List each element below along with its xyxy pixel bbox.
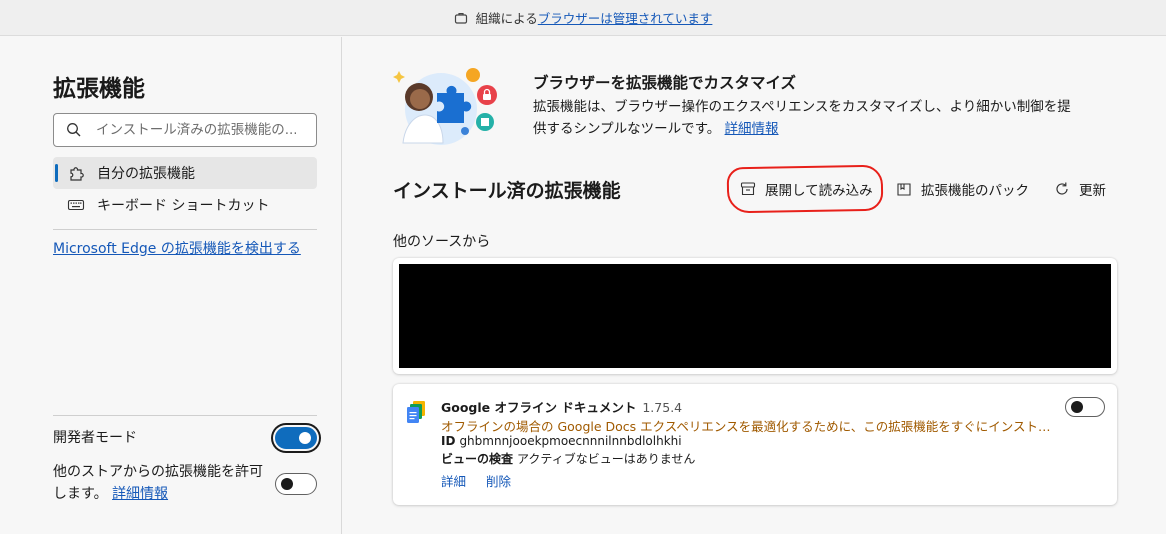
developer-mode-label: 開発者モード [53, 430, 137, 446]
sidebar-divider [53, 229, 317, 230]
archive-icon [739, 180, 757, 198]
managed-browser-link[interactable]: ブラウザーは管理されています [538, 8, 713, 27]
briefcase-icon [454, 11, 468, 25]
extension-inspect-views: ビューの検査 アクティブなビューはありません [441, 452, 696, 466]
update-label: 更新 [1079, 183, 1106, 199]
redacted-area [399, 264, 1111, 368]
other-sources-label: 他のソースから [393, 234, 491, 250]
puzzle-icon [67, 164, 85, 182]
extension-name: Google オフライン ドキュメント 1.75.4 [441, 400, 683, 415]
other-stores-toggle[interactable] [275, 473, 317, 495]
refresh-icon [1053, 180, 1071, 198]
extension-card: Google オフライン ドキュメント 1.75.4 オフラインの場合の Goog… [393, 384, 1117, 505]
sidebar: 拡張機能 自分の拡張機能 キーボード ショートカット Microsoft Edg… [0, 37, 342, 534]
update-button[interactable]: 更新 [1053, 179, 1106, 199]
pack-extension-label: 拡張機能のパック [921, 183, 1029, 199]
package-icon [895, 180, 913, 198]
hero-title: ブラウザーを拡張機能でカスタマイズ [533, 74, 797, 92]
keyboard-icon [67, 196, 85, 214]
extension-remove-link[interactable]: 削除 [486, 474, 511, 489]
load-unpacked-button[interactable]: 展開して読み込み [739, 179, 873, 199]
sidebar-title: 拡張機能 [53, 76, 145, 102]
installed-extensions-title: インストール済の拡張機能 [393, 180, 621, 202]
extension-id: ID ghbmnnjooekpmoecnnnilnnbdlolhkhi [441, 434, 682, 448]
pack-extension-button[interactable]: 拡張機能のパック [895, 179, 1029, 199]
load-unpacked-label: 展開して読み込み [765, 183, 873, 199]
hero-illustration [393, 65, 513, 145]
sidebar-divider [53, 415, 317, 416]
managed-browser-banner: 組織による ブラウザーは管理されています [0, 0, 1166, 36]
other-stores-label: 他のストアからの拡張機能を許可します。 詳細情報 [53, 464, 263, 502]
redacted-extension-card [393, 258, 1117, 374]
search-input[interactable] [96, 122, 296, 138]
discover-extensions-link[interactable]: Microsoft Edge の拡張機能を検出する [53, 238, 301, 258]
other-stores-learn-more-link[interactable]: 詳細情報 [112, 486, 168, 502]
nav-keyboard-shortcuts-label: キーボード ショートカット [97, 198, 270, 214]
developer-mode-toggle[interactable] [275, 427, 317, 449]
extension-description: オフラインの場合の Google Docs エクスペリエンスを最適化するために、… [441, 419, 1061, 434]
main-content: ブラウザーを拡張機能でカスタマイズ 拡張機能は、ブラウザー操作のエクスペリエンス… [343, 37, 1166, 534]
extension-details-link[interactable]: 詳細 [441, 474, 466, 489]
nav-my-extensions[interactable]: 自分の拡張機能 [53, 157, 317, 189]
hero-learn-more-link[interactable]: 詳細情報 [725, 121, 779, 137]
nav-my-extensions-label: 自分の拡張機能 [97, 166, 195, 182]
extension-version: 1.75.4 [642, 400, 683, 415]
extension-enable-toggle[interactable] [1065, 397, 1105, 417]
hero-description: 拡張機能は、ブラウザー操作のエクスペリエンスをカスタマイズし、より細かい制御を提… [533, 99, 1071, 137]
extension-links: 詳細 削除 [441, 471, 527, 490]
search-box[interactable] [53, 113, 317, 147]
banner-text: 組織による [475, 11, 538, 26]
nav-keyboard-shortcuts[interactable]: キーボード ショートカット [53, 189, 317, 221]
google-docs-icon [405, 400, 429, 424]
search-icon [66, 122, 82, 138]
